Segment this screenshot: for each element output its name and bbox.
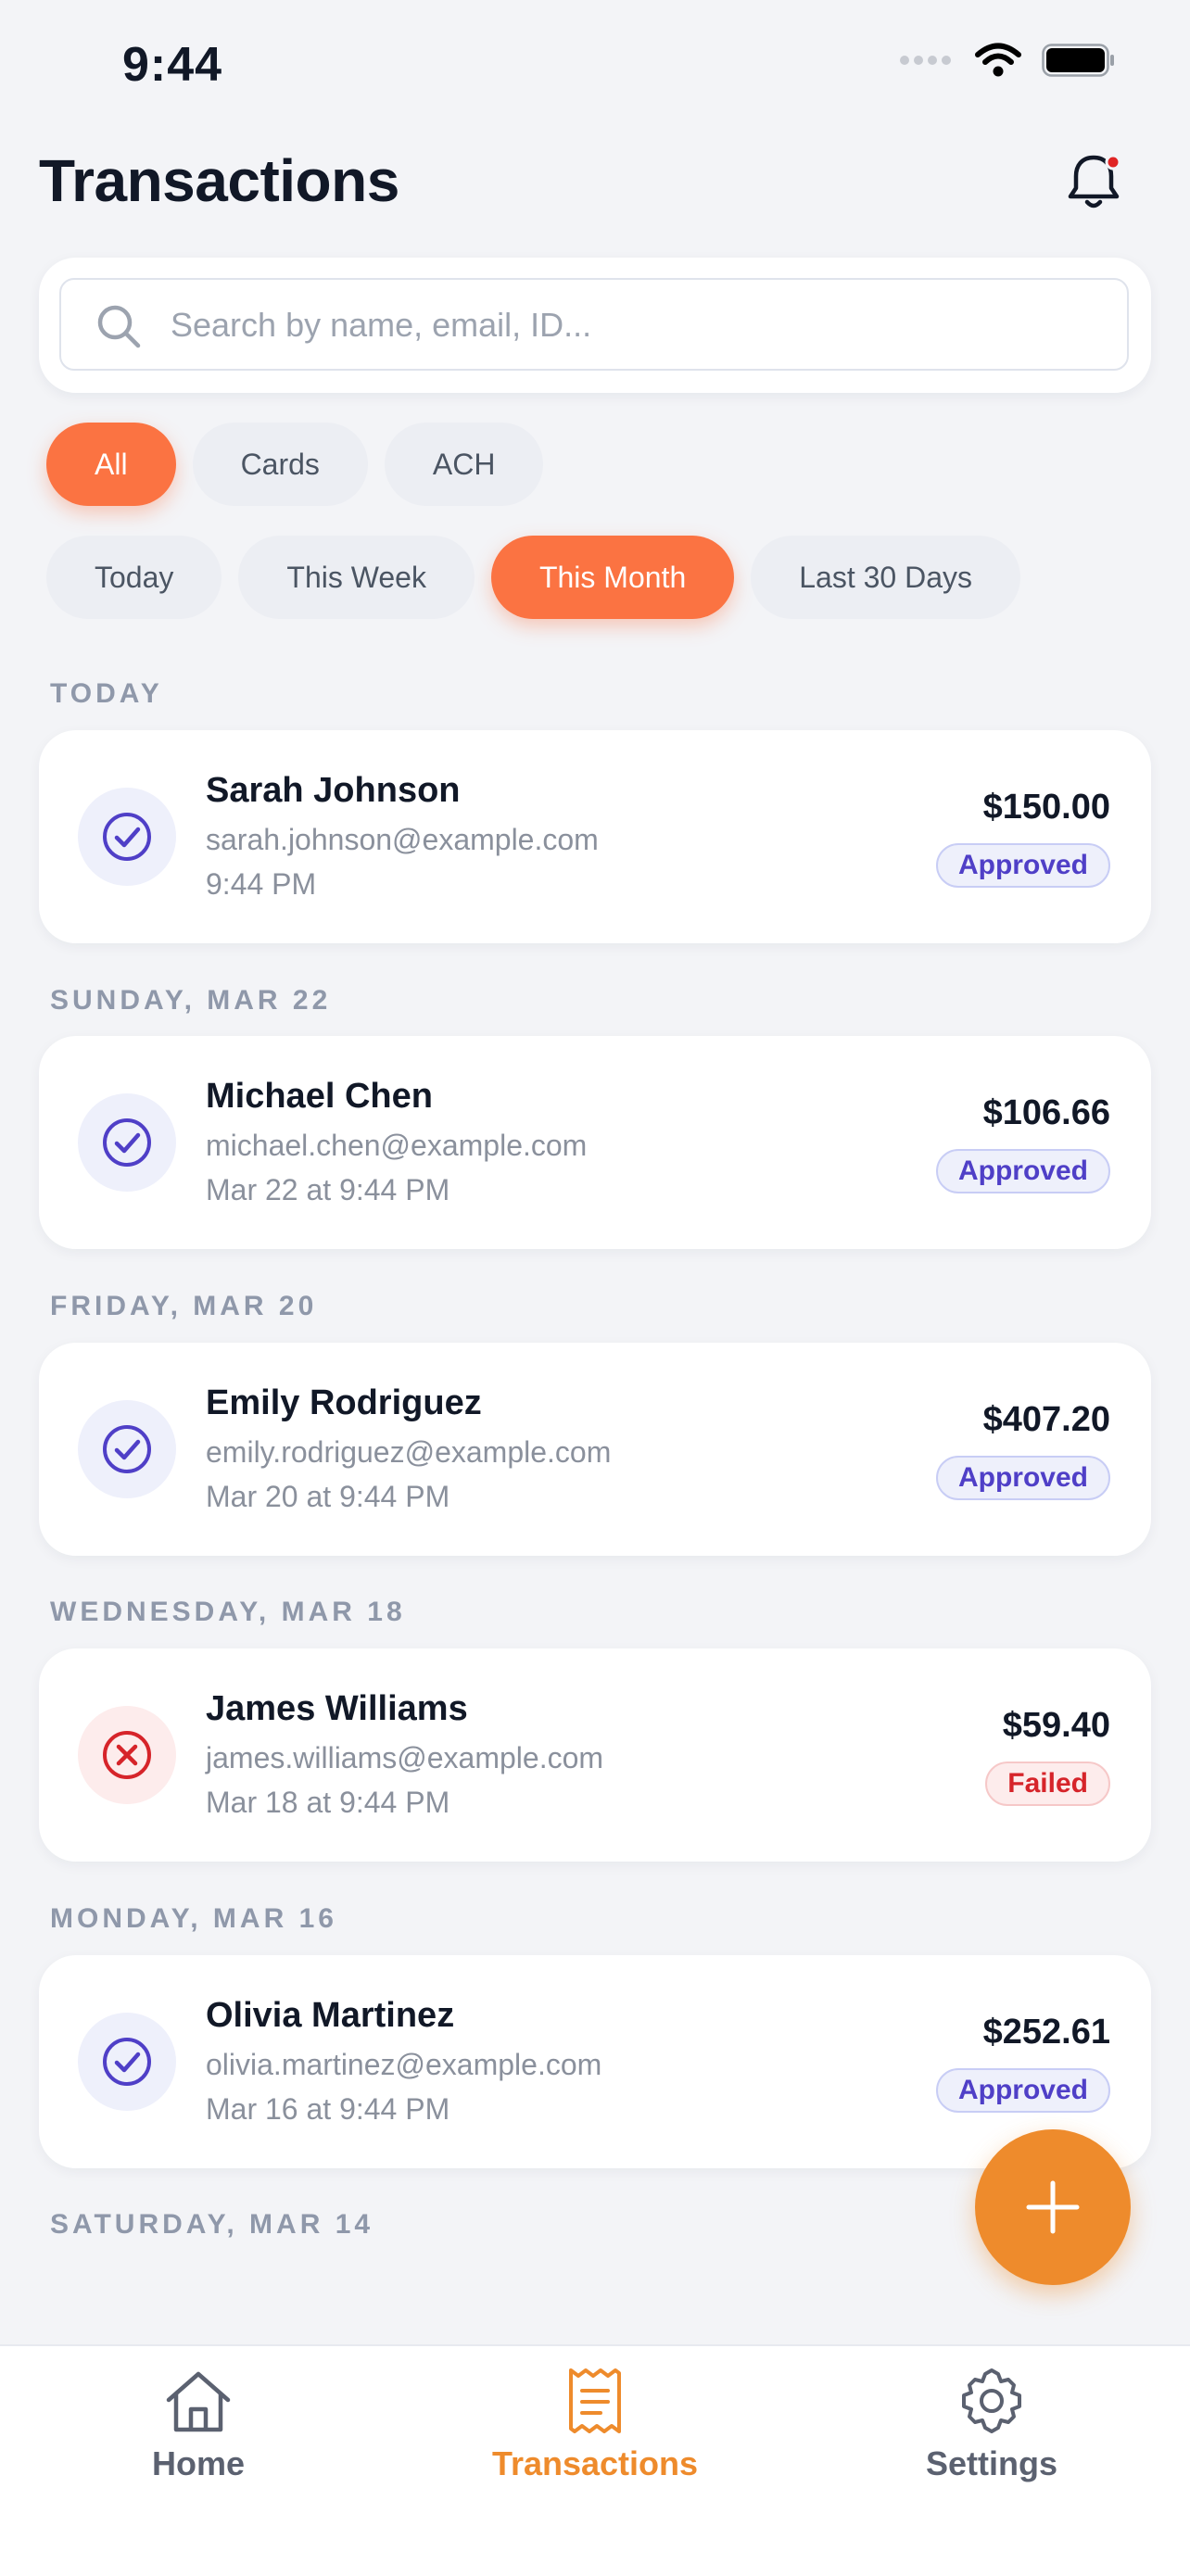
tab-home[interactable]: Home	[59, 2367, 337, 2506]
tab-label: Settings	[925, 2444, 1057, 2482]
tab-bar: Home Transactions Settings	[0, 2344, 1190, 2576]
x-circle-icon	[103, 1731, 151, 1779]
transaction-time: Mar 18 at 9:44 PM	[206, 1786, 450, 1819]
header: Transactions	[0, 139, 1190, 241]
wifi-icon	[975, 43, 1021, 77]
customer-name: Olivia Martinez	[206, 1996, 455, 2035]
customer-name: Sarah Johnson	[206, 771, 461, 810]
check-circle-icon	[103, 2038, 151, 2086]
status-badge: Approved	[935, 2068, 1110, 2113]
check-circle-icon	[103, 1425, 151, 1473]
transaction-time: Mar 22 at 9:44 PM	[206, 1173, 450, 1206]
section-header: MONDAY, MAR 16	[50, 1903, 337, 1934]
transaction-amount: $252.61	[982, 2013, 1110, 2052]
check-circle-icon	[103, 1118, 151, 1167]
filter-chip-all[interactable]: All	[46, 423, 176, 506]
period-chip-this-month[interactable]: This Month	[490, 536, 735, 619]
search-box[interactable]	[59, 278, 1129, 371]
section-header: TODAY	[50, 678, 163, 709]
receipt-icon	[569, 2368, 621, 2433]
status-bar: 9:44	[0, 0, 1190, 139]
period-filter-row: Today This Week This Month Last 30 Days	[46, 536, 1020, 619]
customer-email: sarah.johnson@example.com	[206, 823, 599, 856]
status-badge: Approved	[935, 1149, 1110, 1193]
section-header: SUNDAY, MAR 22	[50, 985, 332, 1016]
search-icon	[97, 305, 141, 348]
status-icons	[899, 43, 1116, 78]
search-input[interactable]	[169, 280, 1099, 371]
customer-name: Michael Chen	[206, 1077, 433, 1116]
transaction-card[interactable]: Sarah Johnson sarah.johnson@example.com …	[39, 730, 1151, 943]
transaction-card[interactable]: Olivia Martinez olivia.martinez@example.…	[39, 1955, 1151, 2168]
period-chip-today[interactable]: Today	[46, 536, 222, 619]
transaction-card[interactable]: Michael Chen michael.chen@example.com Ma…	[39, 1036, 1151, 1249]
add-transaction-button[interactable]	[975, 2129, 1131, 2285]
approved-status-icon	[78, 1400, 176, 1498]
tab-settings[interactable]: Settings	[853, 2367, 1131, 2506]
transaction-amount: $59.40	[1002, 1706, 1110, 1745]
filter-chip-ach[interactable]: ACH	[384, 423, 544, 506]
check-circle-icon	[103, 813, 151, 861]
period-chip-last-30-days[interactable]: Last 30 Days	[751, 536, 1020, 619]
customer-email: michael.chen@example.com	[206, 1129, 588, 1162]
transaction-card[interactable]: James Williams james.williams@example.co…	[39, 1648, 1151, 1862]
approved-status-icon	[78, 1093, 176, 1192]
status-badge: Approved	[935, 1456, 1110, 1500]
approved-status-icon	[78, 2013, 176, 2111]
customer-name: Emily Rodriguez	[206, 1383, 482, 1422]
filter-chip-cards[interactable]: Cards	[192, 423, 368, 506]
transaction-amount: $150.00	[982, 788, 1110, 827]
tab-transactions[interactable]: Transactions	[456, 2367, 734, 2506]
signal-icon	[900, 56, 951, 65]
section-header: SATURDAY, MAR 14	[50, 2209, 374, 2240]
customer-name: James Williams	[206, 1689, 468, 1728]
customer-email: olivia.martinez@example.com	[206, 2048, 602, 2081]
transaction-time: Mar 16 at 9:44 PM	[206, 2092, 450, 2126]
tab-label: Home	[151, 2444, 246, 2482]
failed-status-icon	[78, 1706, 176, 1804]
section-header: FRIDAY, MAR 20	[50, 1291, 318, 1321]
status-time: 9:44	[122, 38, 223, 92]
notifications-button[interactable]	[1057, 145, 1131, 219]
customer-email: james.williams@example.com	[206, 1741, 604, 1774]
approved-status-icon	[78, 788, 176, 886]
plus-icon	[1026, 2180, 1080, 2234]
transaction-time: 9:44 PM	[206, 867, 317, 901]
gear-icon	[962, 2368, 1021, 2433]
type-filter-row: All Cards ACH	[46, 423, 544, 506]
transaction-time: Mar 20 at 9:44 PM	[206, 1480, 450, 1513]
tab-label: Transactions	[491, 2444, 699, 2482]
transaction-amount: $407.20	[982, 1400, 1110, 1439]
transaction-card[interactable]: Emily Rodriguez emily.rodriguez@example.…	[39, 1343, 1151, 1556]
transaction-amount: $106.66	[982, 1093, 1110, 1132]
section-header: WEDNESDAY, MAR 18	[50, 1597, 406, 1627]
bell-icon	[1068, 154, 1121, 208]
status-badge: Approved	[935, 843, 1110, 888]
status-badge: Failed	[985, 1762, 1110, 1806]
page-title: Transactions	[39, 147, 399, 214]
customer-email: emily.rodriguez@example.com	[206, 1435, 612, 1469]
battery-icon	[1042, 44, 1114, 77]
search-card	[39, 258, 1151, 393]
home-icon	[166, 2371, 231, 2432]
period-chip-this-week[interactable]: This Week	[238, 536, 475, 619]
